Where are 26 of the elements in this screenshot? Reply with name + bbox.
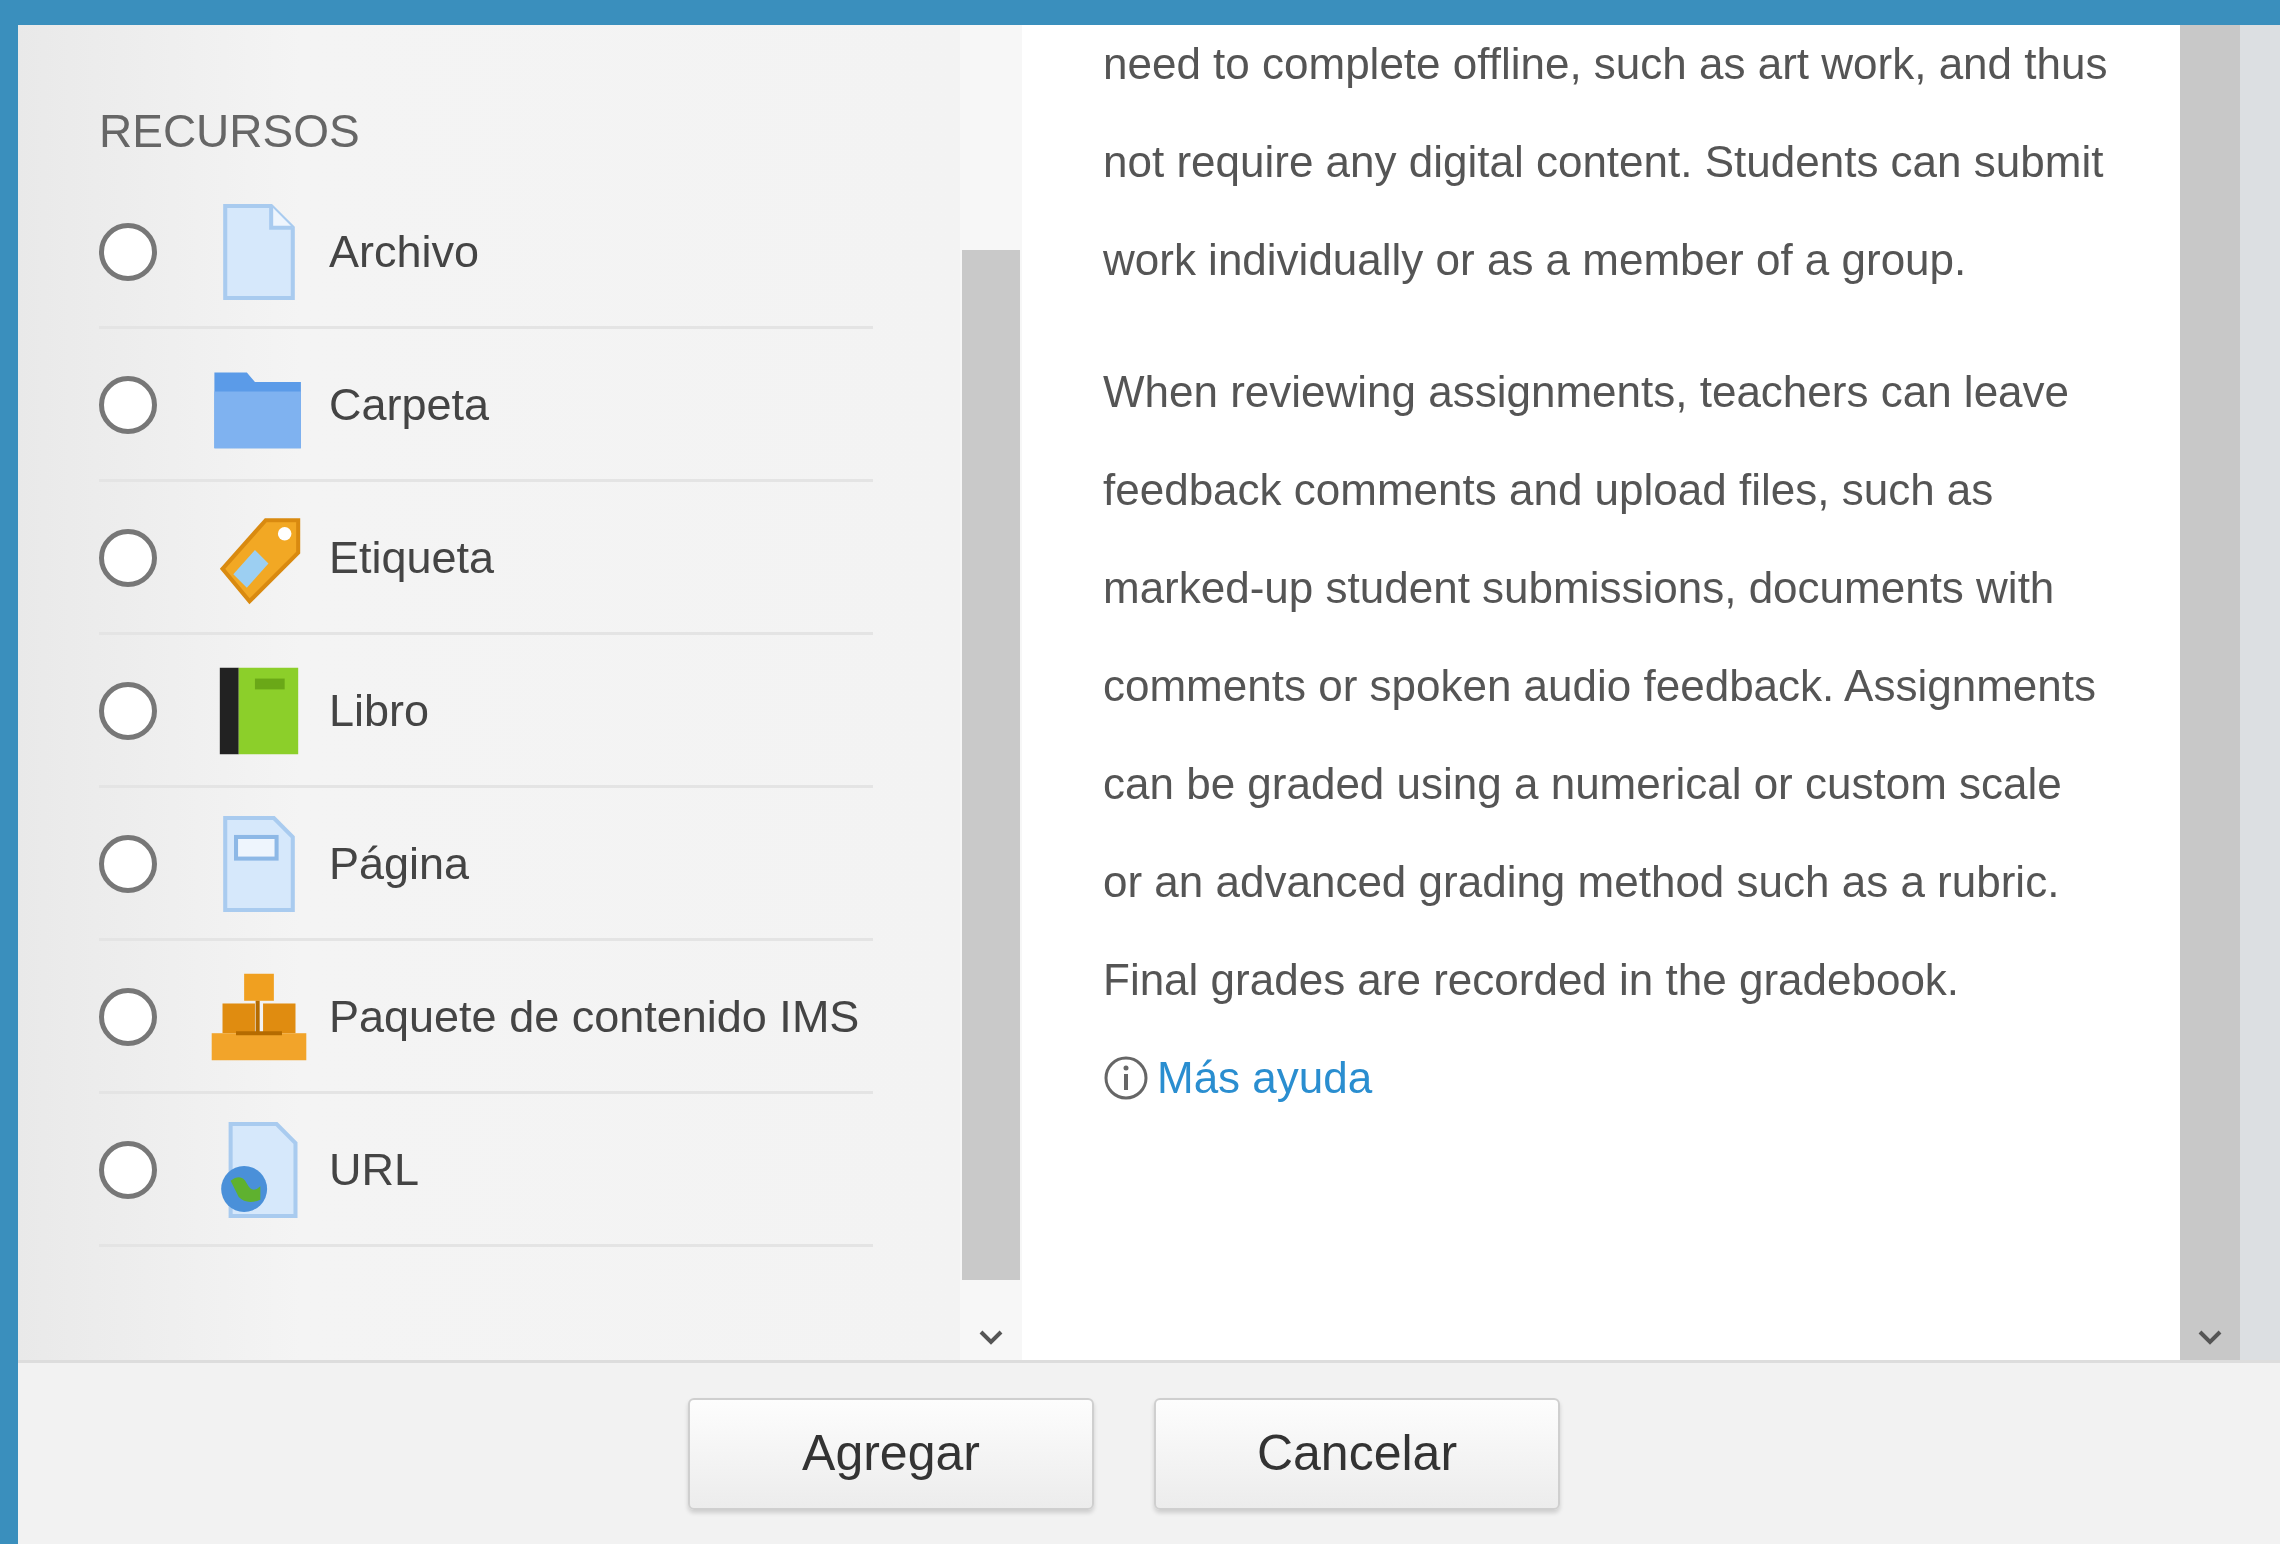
option-label[interactable]: Libro [329,685,430,737]
scrollbar[interactable] [960,25,1022,1360]
section-heading: RECURSOS [99,104,361,159]
help-link[interactable]: Más ayuda [1157,1029,1373,1127]
option-label[interactable]: Paquete de contenido IMS [329,991,860,1043]
radio-button[interactable] [99,988,157,1046]
radio-button[interactable] [99,1141,157,1199]
radio-button[interactable] [99,835,157,893]
action-button[interactable]: Cancelar [1154,1397,1560,1510]
option-label[interactable]: Página [329,838,470,890]
scrollbar[interactable] [2180,25,2240,1360]
info-icon [1103,1055,1149,1101]
option-label[interactable]: Etiqueta [329,532,495,584]
option-label[interactable]: Carpeta [329,379,490,431]
action-button[interactable]: Agregar [688,1397,1094,1510]
radio-button[interactable] [99,682,157,740]
description-paragraph: need to complete offline, such as art work, and thus not require any digital content. Students can submit work individually or as a member of a group. [1103,38,2109,286]
option-label[interactable]: Archivo [329,226,480,278]
description-paragraph: When reviewing assignments, teachers can leave feedback comments and upload files, such as marked-up student submissions, documents with comments or spoken audio feedback. Assignments can be graded using a numerical or custom scale or an advanced grading method such as a rubric. Final grades are recorded in the gradebook. [1103,366,2097,1006]
chevron-down-icon[interactable] [2197,1328,2223,1346]
radio-button[interactable] [99,529,157,587]
radio-button[interactable] [99,376,157,434]
scrollbar-thumb[interactable] [962,250,1020,1280]
chevron-down-icon[interactable] [978,1328,1004,1346]
radio-button[interactable] [99,223,157,281]
option-label[interactable]: URL [329,1144,420,1196]
